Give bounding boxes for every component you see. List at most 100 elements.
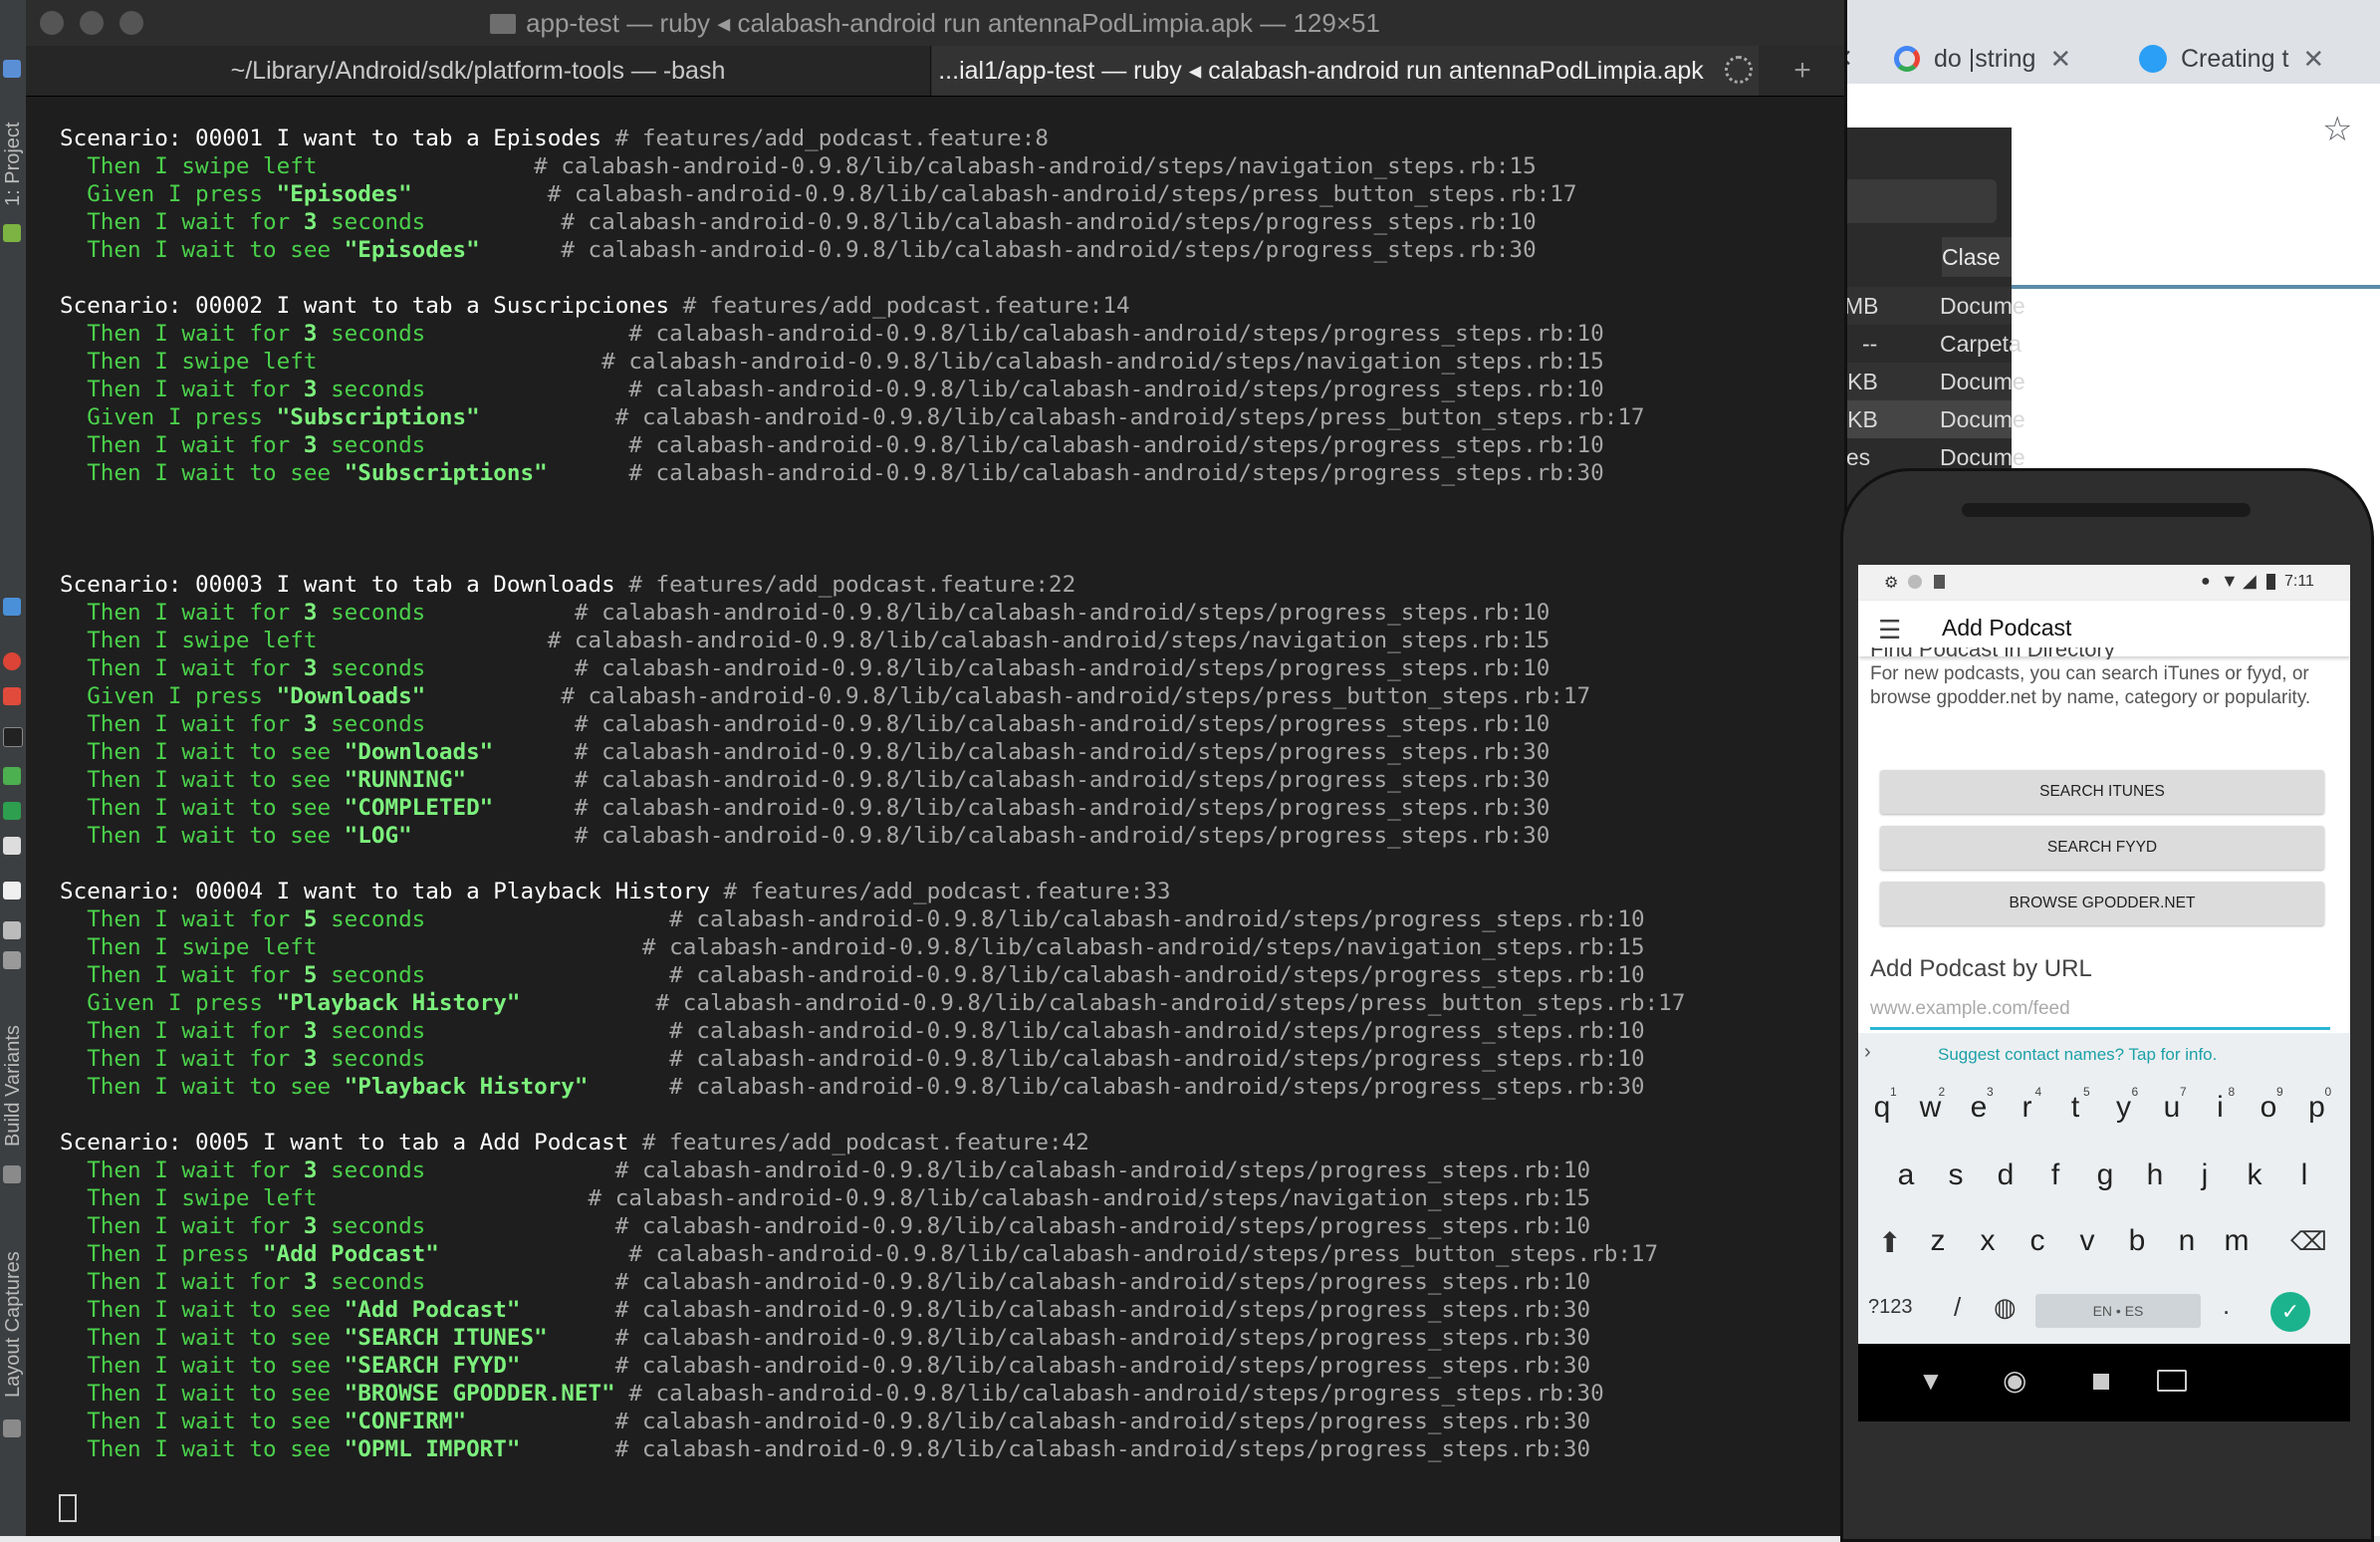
step-argument: "Add Podcast" — [263, 1241, 439, 1267]
dialog-column-header[interactable]: Clase — [1942, 237, 2012, 277]
dialog-search-field[interactable] — [1832, 179, 1997, 223]
key-q[interactable]: q — [1862, 1091, 1902, 1125]
file-kind: Docume — [1940, 406, 2025, 432]
recents-icon[interactable] — [2093, 1374, 2109, 1390]
step-text: Then I wait for — [60, 1269, 304, 1295]
terminal-title-bar[interactable]: app-test — ruby ◂ calabash-android run a… — [26, 0, 1844, 46]
key-c[interactable]: c — [2018, 1224, 2057, 1258]
tool-icon[interactable] — [3, 921, 21, 939]
new-tab-button[interactable]: + — [1761, 46, 1844, 96]
dialog-row[interactable]: 2 KB Docume — [1828, 363, 2025, 400]
chevron-right-icon[interactable]: › — [1864, 1041, 1871, 1064]
step-text: Then I wait for — [60, 600, 304, 626]
project-tool-tab[interactable]: 1: Project — [2, 110, 24, 219]
padding — [439, 1241, 628, 1267]
symbols-key[interactable]: ?123 — [1868, 1296, 1913, 1319]
key-h[interactable]: h — [2135, 1158, 2175, 1192]
padding — [412, 181, 548, 207]
key-n[interactable]: n — [2167, 1224, 2207, 1258]
check-icon[interactable] — [3, 767, 21, 785]
step-source-ref: # calabash-android-0.9.8/lib/calabash-an… — [614, 1157, 1591, 1183]
globe-icon[interactable]: ◍ — [1994, 1292, 2017, 1323]
dialog-row[interactable]: -- Carpeta — [1832, 325, 2022, 363]
back-icon[interactable]: ▼ — [1918, 1366, 1944, 1397]
terminal-tab-bar: ~/Library/Android/sdk/platform-tools — -… — [26, 46, 1844, 97]
search-fyyd-button[interactable]: SEARCH FYYD — [1880, 826, 2324, 870]
shift-key-icon[interactable]: ⬆ — [1878, 1226, 1901, 1259]
contact-suggestion[interactable]: Suggest contact names? Tap for info. — [1938, 1045, 2217, 1065]
key-z[interactable]: z — [1918, 1224, 1958, 1258]
key-o[interactable]: o — [2249, 1091, 2288, 1125]
url-field[interactable]: www.example.com/feed — [1870, 991, 2330, 1030]
key-g[interactable]: g — [2085, 1158, 2125, 1192]
section-title-text: Find Podcast in Directory — [1870, 647, 2115, 659]
build-icon[interactable] — [3, 1165, 21, 1183]
terminal-tab-bash[interactable]: ~/Library/Android/sdk/platform-tools — -… — [26, 46, 931, 96]
terminal-tab-ruby[interactable]: ...ial1/app-test — ruby ◂ calabash-andro… — [932, 46, 1759, 96]
zoom-window-button[interactable] — [119, 11, 143, 35]
clock: 7:11 — [2284, 573, 2314, 590]
key-s[interactable]: s — [1936, 1158, 1976, 1192]
step-argument: "LOG" — [344, 823, 412, 849]
key-k[interactable]: k — [2235, 1158, 2274, 1192]
sd-card-icon — [1934, 575, 1945, 589]
keyboard-switch-icon[interactable] — [2157, 1370, 2187, 1392]
key-i[interactable]: i — [2201, 1091, 2241, 1125]
project-icon[interactable] — [3, 60, 21, 78]
close-icon[interactable]: ✕ — [2302, 44, 2324, 75]
chrome-icon[interactable] — [3, 652, 21, 670]
close-window-button[interactable] — [40, 11, 64, 35]
terminal-output[interactable]: Scenario: 00001 I want to tab a Episodes… — [60, 125, 1832, 1463]
key-j[interactable]: j — [2185, 1158, 2225, 1192]
key-f[interactable]: f — [2035, 1158, 2075, 1192]
key-y[interactable]: y — [2104, 1091, 2144, 1125]
backspace-key-icon[interactable]: ⌫ — [2290, 1226, 2327, 1257]
search-itunes-button[interactable]: SEARCH ITUNES — [1880, 770, 2324, 814]
terminal-window: app-test — ruby ◂ calabash-android run a… — [26, 0, 1847, 1536]
key-x[interactable]: x — [1968, 1224, 2008, 1258]
key-b[interactable]: b — [2117, 1224, 2157, 1258]
menu-icon[interactable]: ☰ — [1878, 615, 1901, 645]
terminal-icon[interactable] — [3, 727, 23, 747]
minimize-window-button[interactable] — [80, 11, 104, 35]
key-l[interactable]: l — [2284, 1158, 2324, 1192]
key-a[interactable]: a — [1886, 1158, 1926, 1192]
build-variants-tab[interactable]: Build Variants — [2, 1006, 24, 1165]
file-kind: Docume — [1940, 369, 2025, 394]
slash-key[interactable]: / — [1954, 1292, 1961, 1323]
key-v[interactable]: v — [2067, 1224, 2107, 1258]
key-p[interactable]: p — [2297, 1091, 2337, 1125]
book-icon[interactable] — [3, 837, 21, 855]
android-icon[interactable] — [3, 224, 21, 242]
calendar-icon[interactable] — [3, 687, 21, 705]
browser-tab-creating[interactable]: Creating t ✕ — [2139, 30, 2380, 88]
doc-icon[interactable] — [3, 882, 21, 900]
enter-check-key[interactable]: ✓ — [2270, 1292, 2310, 1332]
padding — [317, 1185, 588, 1211]
browse-gpodder-button[interactable]: BROWSE GPODDER.NET — [1880, 882, 2324, 925]
dialog-row[interactable]: MB Docume — [1832, 287, 2025, 325]
star-icon[interactable] — [3, 951, 21, 969]
key-r[interactable]: r — [2008, 1091, 2047, 1125]
key-w[interactable]: w — [1911, 1091, 1951, 1125]
key-d[interactable]: d — [1986, 1158, 2025, 1192]
padding — [425, 377, 628, 402]
dialog-row[interactable]: 2 KB Docume — [1828, 400, 2025, 438]
bookmark-star-icon[interactable]: ☆ — [2322, 110, 2352, 149]
browser-tab-google[interactable]: do |string ✕ — [1894, 30, 2153, 88]
home-icon[interactable]: ◉ — [2003, 1364, 2026, 1397]
step-source-ref: # calabash-android-0.9.8/lib/calabash-an… — [628, 321, 1604, 347]
capture-icon[interactable] — [3, 1419, 21, 1437]
space-bar[interactable]: EN • ES — [2035, 1294, 2201, 1328]
close-icon[interactable]: ✕ — [2049, 44, 2071, 75]
layout-captures-tab[interactable]: Layout Captures — [2, 1235, 24, 1414]
period-key[interactable]: . — [2223, 1290, 2230, 1321]
key-u[interactable]: u — [2152, 1091, 2192, 1125]
key-t[interactable]: t — [2055, 1091, 2095, 1125]
key-e[interactable]: e — [1959, 1091, 1999, 1125]
sheet-icon[interactable] — [3, 802, 21, 820]
key-m[interactable]: m — [2217, 1224, 2257, 1258]
scenario-title: Scenario: 0005 I want to tab a Add Podca… — [60, 1130, 629, 1156]
file-icon[interactable] — [3, 598, 21, 616]
